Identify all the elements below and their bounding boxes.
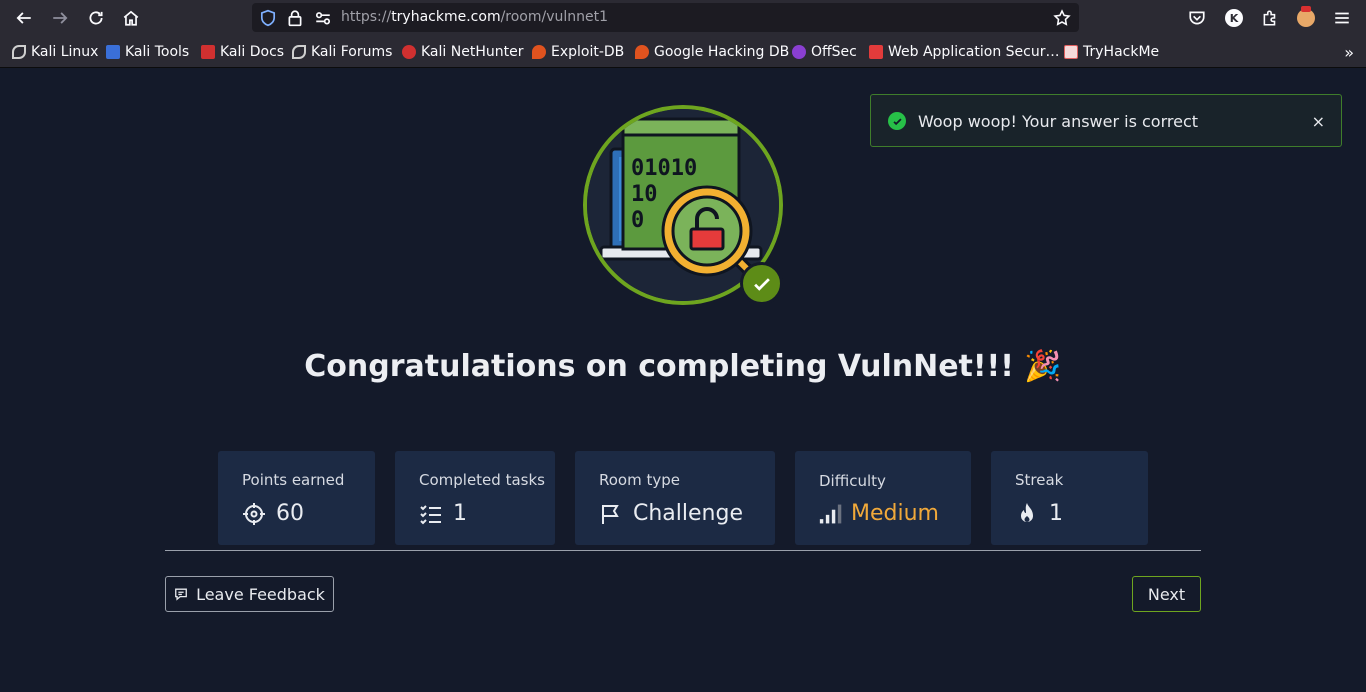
puzzle-icon: [1263, 10, 1276, 26]
shield-icon[interactable]: [259, 9, 277, 27]
bookmark-kali-docs[interactable]: Kali Docs: [201, 43, 284, 61]
nethunter-icon: [402, 45, 416, 59]
bookmark-google-hacking-db[interactable]: Google Hacking DB: [635, 43, 789, 61]
flame-icon: [1021, 502, 1033, 522]
stat-label: Difficulty: [819, 472, 886, 490]
url-prefix: https://: [341, 9, 392, 25]
svg-text:01010: 01010: [631, 156, 697, 181]
exploit-db-icon: [532, 45, 546, 59]
stat-value: 1: [453, 501, 467, 526]
lightning-icon: [869, 45, 883, 59]
stat-label: Room type: [599, 471, 680, 489]
url-host: tryhackme.com: [391, 9, 501, 25]
kali-dragon-icon: [12, 45, 26, 59]
bookmark-label: TryHackMe: [1083, 44, 1160, 60]
lock-icon[interactable]: [286, 9, 304, 27]
bookmark-kali-forums[interactable]: Kali Forums: [292, 43, 392, 61]
stat-difficulty: Difficulty Medium: [795, 451, 971, 545]
toast-message: Woop woop! Your answer is correct: [918, 112, 1199, 131]
arrow-right-icon: [53, 12, 68, 24]
bookmark-kali-nethunter[interactable]: Kali NetHunter: [402, 43, 523, 61]
success-toast: Woop woop! Your answer is correct ×: [870, 94, 1342, 147]
offsec-icon: [792, 45, 806, 59]
check-circle-icon: [888, 112, 906, 130]
toast-close-button[interactable]: ×: [1312, 112, 1325, 131]
bookmarks-bar: Kali Linux Kali Tools Kali Docs Kali For…: [0, 36, 1366, 68]
bookmark-label: Kali Forums: [311, 44, 393, 60]
kali-tools-icon: [106, 45, 120, 59]
svg-text:10: 10: [631, 182, 658, 207]
bookmark-label: Kali Tools: [125, 44, 190, 60]
account-button[interactable]: K: [1223, 7, 1245, 29]
bookmark-star-icon[interactable]: [1053, 9, 1071, 27]
leave-feedback-button[interactable]: Leave Feedback: [165, 576, 334, 612]
arrow-left-icon: [16, 12, 31, 24]
bookmark-tryhackme[interactable]: TryHackMe: [1064, 43, 1159, 61]
bookmark-label: Web Application Secur…: [888, 44, 1060, 60]
bookmark-label: Kali NetHunter: [421, 44, 524, 60]
forward-button[interactable]: [48, 6, 72, 30]
menu-button[interactable]: [1331, 7, 1353, 29]
bookmarks-overflow-button[interactable]: »: [1344, 43, 1354, 62]
stat-label: Points earned: [242, 471, 345, 489]
target-icon: [243, 502, 265, 525]
stat-value: Medium: [851, 501, 939, 526]
bookmark-exploit-db[interactable]: Exploit-DB: [532, 43, 624, 61]
permissions-icon[interactable]: [314, 9, 332, 27]
pocket-button[interactable]: [1186, 7, 1208, 29]
hamburger-icon: [1335, 12, 1349, 24]
stat-value: Challenge: [633, 501, 743, 526]
bookmark-offsec[interactable]: OffSec: [792, 43, 857, 61]
page-title: Congratulations on completing VulnNet!!!…: [304, 349, 1062, 384]
kali-docs-icon: [201, 45, 215, 59]
stat-points-earned: Points earned 60: [218, 451, 375, 545]
stat-streak: Streak 1: [991, 451, 1148, 545]
home-button[interactable]: [119, 6, 143, 30]
stat-room-type: Room type Challenge: [575, 451, 775, 545]
completed-check-icon: [740, 262, 783, 305]
bookmark-label: Kali Linux: [31, 44, 99, 60]
signal-bars-icon: [819, 504, 842, 523]
url-text[interactable]: https://tryhackme.com/room/vulnnet1: [341, 9, 608, 25]
reload-icon: [89, 11, 103, 25]
stat-completed-tasks: Completed tasks 1: [395, 451, 555, 545]
ghdb-icon: [635, 45, 649, 59]
url-bar[interactable]: https://tryhackme.com/room/vulnnet1: [252, 3, 1079, 32]
bookmark-kali-tools[interactable]: Kali Tools: [106, 43, 189, 61]
next-button[interactable]: Next: [1132, 576, 1201, 612]
url-path: /room/vulnnet1: [500, 9, 609, 25]
stat-value: 60: [276, 501, 304, 526]
reload-button[interactable]: [84, 6, 108, 30]
bookmark-label: Kali Docs: [220, 44, 285, 60]
stat-label: Completed tasks: [419, 471, 545, 489]
bookmark-label: Google Hacking DB: [654, 44, 790, 60]
bookmark-web-app-security[interactable]: Web Application Secur…: [869, 43, 1059, 61]
divider: [165, 550, 1201, 551]
bookmark-label: Exploit-DB: [551, 44, 625, 60]
leave-feedback-label: Leave Feedback: [196, 584, 325, 604]
home-icon: [123, 10, 139, 26]
bookmark-label: OffSec: [811, 44, 857, 60]
flag-icon: [602, 504, 619, 524]
comment-icon: [175, 588, 187, 601]
extensions-button[interactable]: [1259, 7, 1281, 29]
chevrons-right-icon: »: [1344, 43, 1354, 62]
pocket-icon: [1189, 11, 1205, 25]
extension-badge-button[interactable]: [1295, 6, 1317, 29]
tryhackme-icon: [1064, 45, 1078, 59]
account-avatar-icon: K: [1225, 9, 1243, 27]
browser-toolbar: https://tryhackme.com/room/vulnnet1 K: [0, 0, 1366, 36]
stat-value: 1: [1049, 501, 1063, 526]
kali-dragon-icon: [292, 45, 306, 59]
task-list-icon: [420, 504, 441, 524]
stat-label: Streak: [1015, 471, 1064, 489]
extension-avatar-icon: [1297, 6, 1315, 27]
back-button[interactable]: [12, 6, 36, 30]
svg-text:0: 0: [631, 208, 644, 233]
bookmark-kali-linux[interactable]: Kali Linux: [12, 43, 98, 61]
